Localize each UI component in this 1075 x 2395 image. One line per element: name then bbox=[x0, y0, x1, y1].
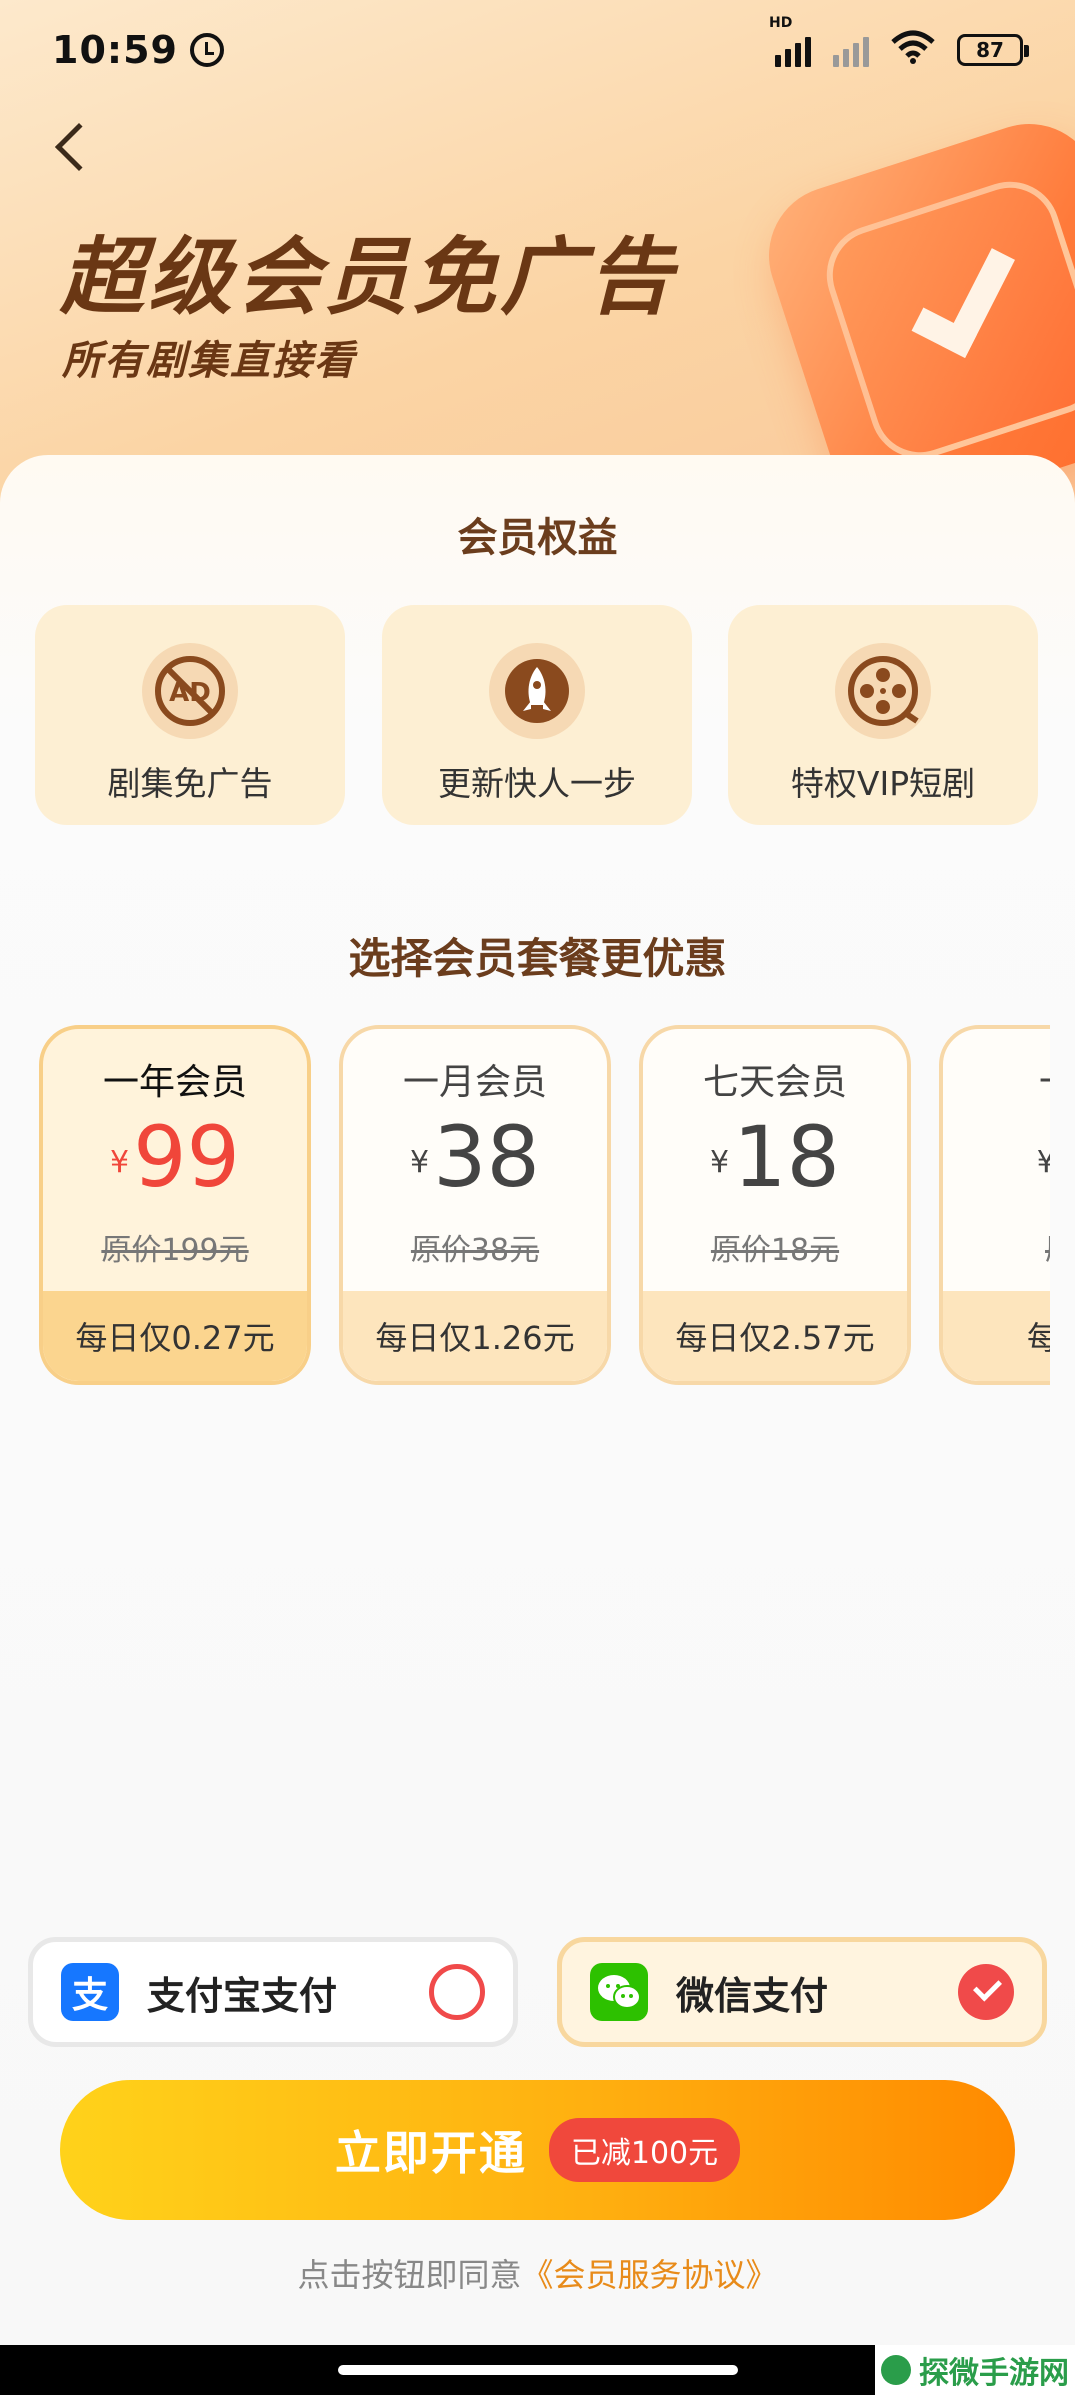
benefits-title: 会员权益 bbox=[457, 515, 618, 561]
plan-card-week[interactable]: 七天会员 ¥18 原价18元 每日仅2.57元 bbox=[639, 1025, 911, 1385]
wechat-icon bbox=[590, 1963, 648, 2021]
plan-card-year[interactable]: 一年会员 ¥99 原价199元 每日仅0.27元 bbox=[39, 1025, 311, 1385]
plan-original-price: 原价199元 bbox=[101, 1233, 249, 1268]
benefit-card-no-ad: AD 剧集免广告 bbox=[35, 605, 345, 825]
plan-carousel[interactable]: 一年会员 ¥99 原价199元 每日仅0.27元 一月会员 ¥38 原价38元 … bbox=[35, 1025, 1050, 1390]
plan-price: ¥38 bbox=[410, 1108, 540, 1206]
watermark-logo-icon bbox=[881, 2355, 911, 2385]
film-reel-icon bbox=[835, 643, 931, 739]
plan-daily-price: 每日仅2.57元 bbox=[643, 1291, 907, 1381]
plan-daily-price: 每日仅 bbox=[943, 1291, 1050, 1381]
benefit-card-vip-drama: 特权VIP短剧 bbox=[728, 605, 1038, 825]
plan-daily-price: 每日仅1.26元 bbox=[343, 1291, 607, 1381]
status-bar: 10:59 HD 87 bbox=[0, 0, 1075, 100]
plan-card-partial[interactable]: 一年 ¥9 原价 每日仅 bbox=[939, 1025, 1050, 1385]
benefit-label: 特权VIP短剧 bbox=[790, 764, 976, 803]
benefit-card-early-update: 更新快人一步 bbox=[382, 605, 692, 825]
activate-label: 立即开通 bbox=[334, 2126, 527, 2180]
plan-name: 一月会员 bbox=[402, 1062, 547, 1103]
pay-option-alipay[interactable]: 支 支付宝支付 bbox=[28, 1937, 518, 2047]
signal-weak-icon bbox=[833, 33, 869, 67]
rocket-icon bbox=[489, 643, 585, 739]
plan-price: ¥99 bbox=[110, 1108, 240, 1206]
plan-original-price: 原价38元 bbox=[410, 1233, 540, 1268]
plan-card-month[interactable]: 一月会员 ¥38 原价38元 每日仅1.26元 bbox=[339, 1025, 611, 1385]
plan-daily-price: 每日仅0.27元 bbox=[43, 1291, 307, 1381]
pay-label: 支付宝支付 bbox=[147, 1973, 338, 2018]
pay-label: 微信支付 bbox=[676, 1973, 829, 2018]
benefit-label: 更新快人一步 bbox=[438, 764, 636, 803]
agreement-text: 点击按钮即同意《会员服务协议》 bbox=[0, 2250, 1075, 2296]
agreement-prefix: 点击按钮即同意 bbox=[297, 2256, 522, 2294]
pay-option-wechat[interactable]: 微信支付 bbox=[557, 1937, 1047, 2047]
plan-name: 一年 bbox=[943, 1053, 1050, 1105]
no-ad-icon: AD bbox=[142, 643, 238, 739]
hero-subtitle: 所有剧集直接看 bbox=[62, 338, 356, 384]
wifi-icon bbox=[891, 30, 935, 70]
signal-icon bbox=[775, 33, 811, 67]
plan-original-price: 原价18元 bbox=[710, 1233, 840, 1268]
hero-title: 超级会员免广告 bbox=[60, 228, 677, 326]
alarm-icon bbox=[189, 33, 224, 67]
watermark-text: 探微手游网 bbox=[919, 2356, 1069, 2391]
radio-alipay[interactable] bbox=[429, 1964, 485, 2020]
status-time: 10:59 bbox=[52, 28, 178, 72]
plan-name: 一年会员 bbox=[102, 1062, 247, 1103]
benefit-label: 剧集免广告 bbox=[107, 764, 273, 803]
home-indicator[interactable] bbox=[338, 2365, 738, 2375]
battery-icon: 87 bbox=[957, 34, 1029, 66]
plans-title: 选择会员套餐更优惠 bbox=[348, 934, 727, 983]
plan-price: ¥18 bbox=[710, 1108, 840, 1206]
agreement-link[interactable]: 《会员服务协议》 bbox=[522, 2256, 778, 2294]
plan-name: 七天会员 bbox=[702, 1062, 847, 1103]
alipay-icon: 支 bbox=[61, 1963, 119, 2021]
watermark: 探微手游网 bbox=[875, 2345, 1075, 2395]
discount-badge: 已减100元 bbox=[548, 2118, 741, 2182]
plan-original-price: 原价 bbox=[943, 1225, 1050, 1269]
hd-badge: HD bbox=[769, 15, 793, 31]
activate-button[interactable]: 立即开通 已减100元 bbox=[60, 2080, 1015, 2220]
plan-price: ¥9 bbox=[943, 1115, 1050, 1199]
radio-wechat[interactable] bbox=[958, 1964, 1014, 2020]
